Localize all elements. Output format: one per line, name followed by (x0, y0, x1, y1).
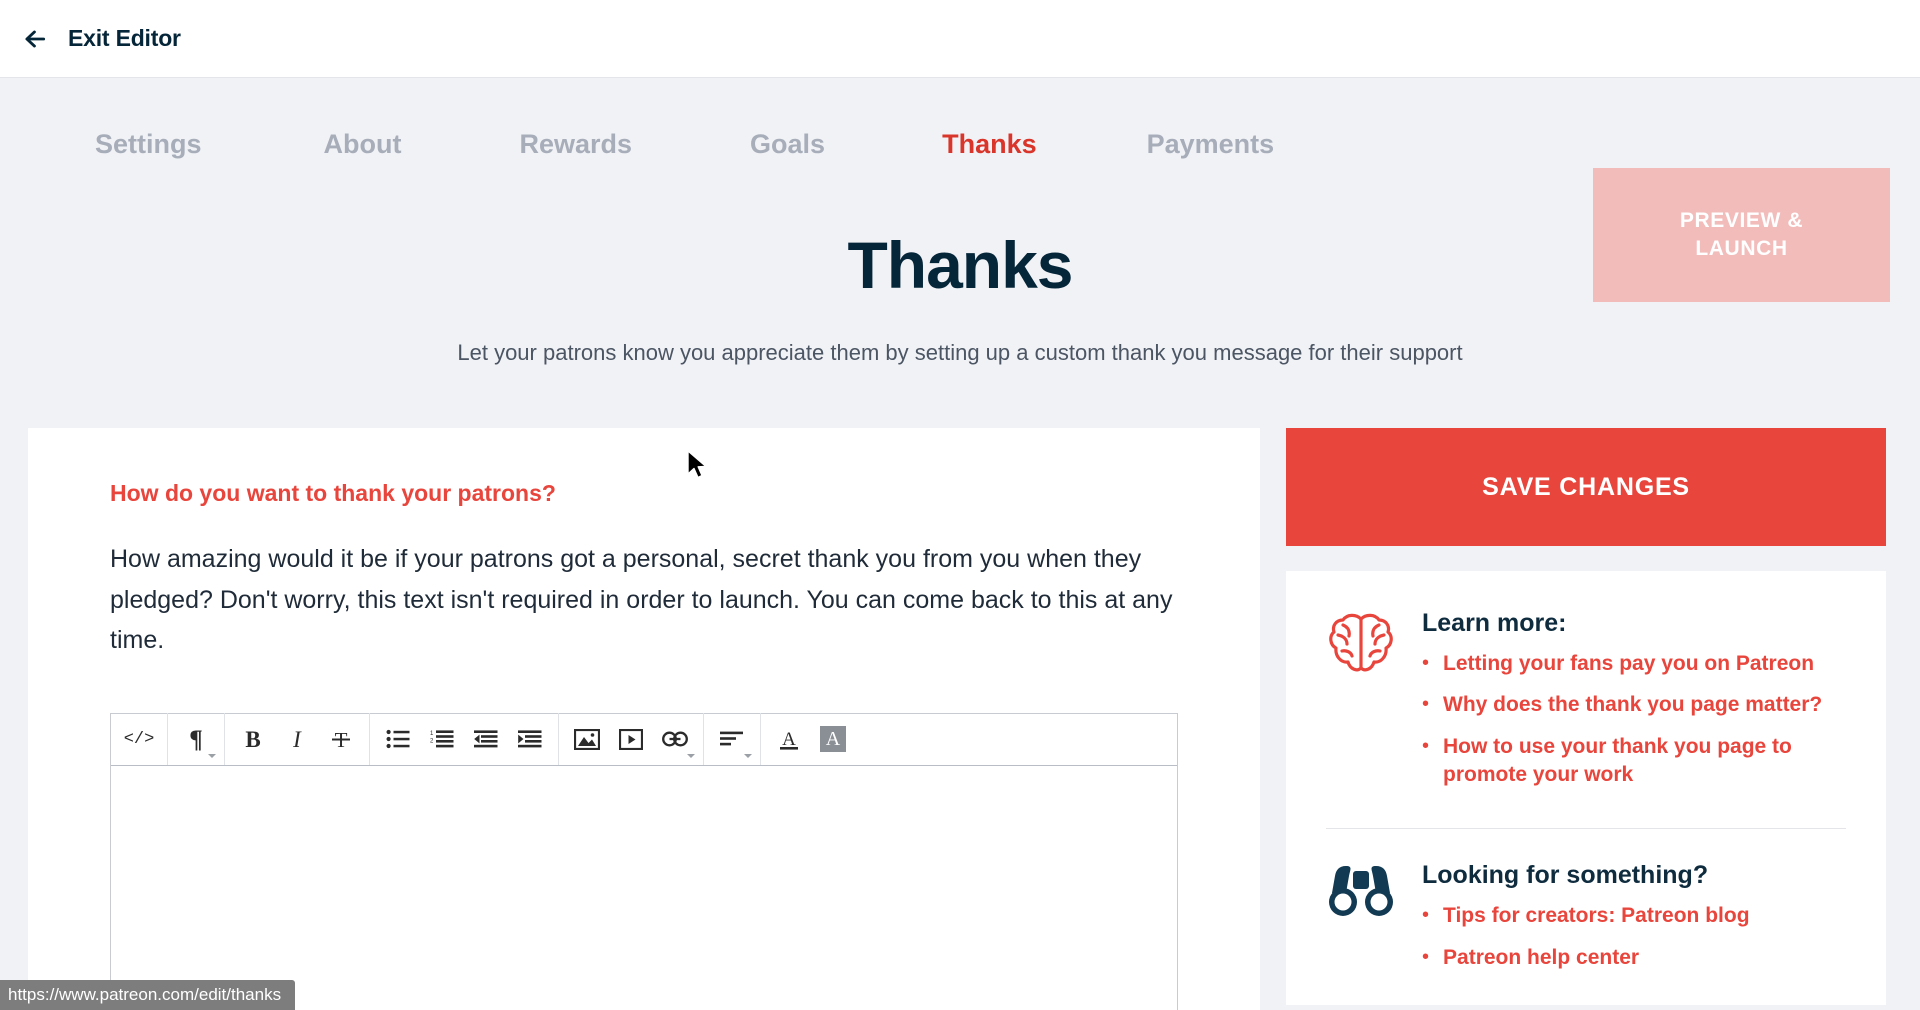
numbered-list-icon[interactable]: 1 2 (420, 717, 464, 761)
outdent-glyph (474, 730, 498, 748)
tab-about[interactable]: About (324, 129, 402, 160)
numbered-list-glyph: 1 2 (430, 730, 454, 748)
code-glyph: </> (123, 729, 155, 749)
chevron-down-icon (687, 754, 695, 758)
preview-launch-line2: LAUNCH (1695, 237, 1788, 260)
editor-tab-nav: Settings About Rewards Goals Thanks Paym… (0, 78, 1920, 302)
svg-text:2: 2 (430, 739, 434, 745)
right-sidebar: SAVE CHANGES Learn more: • Letting your … (1286, 428, 1886, 1006)
status-bar-url: https://www.patreon.com/edit/thanks (0, 980, 296, 1010)
binoculars-glyph (1329, 866, 1393, 917)
video-glyph (619, 728, 643, 750)
indent-glyph (518, 730, 542, 748)
list-item: • Patreon help center (1422, 944, 1846, 972)
help-block-learn-more: Learn more: • Letting your fans pay you … (1326, 607, 1846, 802)
bullet-list-glyph (386, 729, 410, 749)
bullet-icon: • (1422, 693, 1430, 716)
indent-icon[interactable] (508, 717, 552, 761)
rich-text-editor: </> ¶ B I T 1 2 A A (110, 712, 1178, 1010)
tab-goals[interactable]: Goals (750, 129, 825, 160)
help-title: Looking for something? (1422, 861, 1709, 890)
svg-text:1: 1 (430, 731, 434, 737)
toolbar-group-paragraph: ¶ (168, 713, 225, 765)
bullet-icon: • (1422, 904, 1430, 927)
editor-toolbar: </> ¶ B I T 1 2 A A (111, 713, 1177, 766)
help-body-learn-more: Learn more: • Letting your fans pay you … (1422, 607, 1846, 802)
help-block-looking-for-something: Looking for something? • Tips for creato… (1326, 859, 1846, 985)
section-question: How do you want to thank your patrons? (110, 480, 556, 506)
bullet-icon: • (1422, 945, 1430, 968)
align-glyph (720, 731, 743, 746)
insert-image-icon[interactable] (565, 717, 609, 761)
text-color-icon[interactable]: A (767, 717, 811, 761)
help-link-why-thank-you-page[interactable]: Why does the thank you page matter? (1443, 691, 1822, 719)
tab-rewards[interactable]: Rewards (519, 129, 632, 160)
brain-icon (1326, 607, 1400, 682)
toolbar-group-media (559, 713, 704, 765)
exit-editor-label: Exit Editor (68, 25, 181, 51)
help-link-patreon-help-center[interactable]: Patreon help center (1443, 944, 1639, 972)
toolbar-group-align (704, 713, 761, 765)
preview-launch-line1: PREVIEW & (1679, 208, 1804, 232)
arrow-left-icon (25, 30, 46, 47)
bold-glyph: B (245, 726, 261, 752)
tab-payments[interactable]: Payments (1147, 129, 1275, 160)
bold-icon[interactable]: B (231, 717, 275, 761)
highlight-color-icon[interactable]: A (811, 717, 855, 761)
paragraph-glyph: ¶ (189, 725, 203, 753)
tab-list: Settings About Rewards Goals Thanks Paym… (0, 78, 1274, 210)
help-link-patreon-blog[interactable]: Tips for creators: Patreon blog (1443, 902, 1750, 930)
preview-and-launch-button[interactable]: PREVIEW & LAUNCH (1593, 168, 1890, 302)
help-divider (1326, 828, 1846, 830)
chevron-down-icon (208, 754, 216, 758)
chevron-down-icon (744, 754, 752, 758)
insert-video-icon[interactable] (609, 717, 653, 761)
thanks-editor-card: How do you want to thank your patrons? H… (28, 428, 1260, 1010)
brain-glyph (1329, 613, 1393, 672)
align-icon[interactable] (710, 717, 754, 761)
highlight-glyph: A (820, 726, 846, 752)
save-changes-button[interactable]: SAVE CHANGES (1286, 428, 1886, 546)
toolbar-group-code: </> (111, 713, 168, 765)
exit-editor-button[interactable]: Exit Editor (22, 25, 181, 52)
italic-icon[interactable]: I (275, 717, 319, 761)
toolbar-group-colors: A A (761, 713, 861, 765)
help-link-letting-fans-pay[interactable]: Letting your fans pay you on Patreon (1443, 650, 1814, 678)
svg-text:A: A (782, 729, 796, 750)
main-content: How do you want to thank your patrons? H… (0, 428, 1920, 1010)
list-item: • How to use your thank you page to prom… (1422, 733, 1846, 790)
paragraph-format-icon[interactable]: ¶ (174, 717, 218, 761)
toolbar-group-text-style: B I T (225, 713, 370, 765)
strikethrough-icon[interactable]: T (319, 717, 363, 761)
image-glyph (574, 728, 600, 750)
list-item: • Letting your fans pay you on Patreon (1422, 650, 1846, 678)
link-glyph (662, 731, 688, 747)
bullet-icon: • (1422, 734, 1430, 757)
editor-text-area[interactable] (111, 765, 1177, 1010)
tab-settings[interactable]: Settings (95, 129, 202, 160)
text-color-glyph: A (780, 729, 798, 750)
help-card: Learn more: • Letting your fans pay you … (1286, 571, 1886, 1006)
page-subtitle: Let your patrons know you appreciate the… (457, 340, 1463, 365)
bullet-icon: • (1422, 652, 1430, 674)
binoculars-icon (1326, 859, 1400, 924)
help-link-list: • Letting your fans pay you on Patreon •… (1422, 650, 1846, 789)
help-body-looking-for-something: Looking for something? • Tips for creato… (1422, 859, 1846, 985)
insert-link-icon[interactable] (653, 717, 697, 761)
help-link-promote-your-work[interactable]: How to use your thank you page to promot… (1443, 733, 1846, 790)
help-link-list: • Tips for creators: Patreon blog • Patr… (1422, 902, 1846, 972)
top-bar: Exit Editor (0, 0, 1920, 78)
strikethrough-glyph: T (332, 728, 350, 752)
section-description: How amazing would it be if your patrons … (110, 545, 1173, 654)
list-item: • Tips for creators: Patreon blog (1422, 902, 1846, 930)
help-title: Learn more: (1422, 609, 1567, 637)
bullet-list-icon[interactable] (376, 717, 420, 761)
code-icon[interactable]: </> (117, 717, 161, 761)
list-item: • Why does the thank you page matter? (1422, 691, 1846, 719)
toolbar-group-lists: 1 2 (370, 713, 559, 765)
italic-glyph: I (293, 726, 301, 752)
outdent-icon[interactable] (464, 717, 508, 761)
tab-thanks[interactable]: Thanks (942, 129, 1037, 160)
